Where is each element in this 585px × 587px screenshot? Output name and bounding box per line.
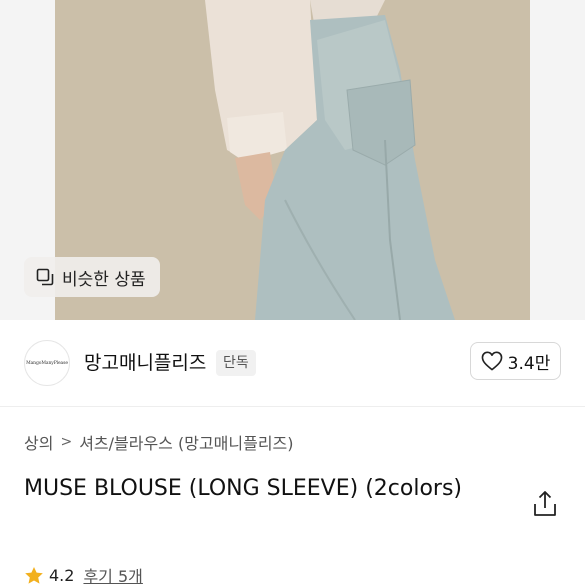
star-icon	[25, 566, 43, 584]
exclusive-badge: 단독	[216, 350, 256, 376]
similar-products-button[interactable]: 비슷한 상품	[24, 257, 160, 297]
similar-products-icon	[36, 268, 54, 286]
rating-score: 4.2	[49, 565, 75, 585]
section-divider	[0, 406, 585, 407]
seller-name[interactable]: 망고매니플리즈	[84, 348, 206, 375]
breadcrumb: 상의 > 셔츠/블라우스 (망고매니플리즈)	[24, 430, 294, 454]
breadcrumb-item-shirts[interactable]: 셔츠/블라우스 (망고매니플리즈)	[79, 430, 293, 454]
like-button[interactable]: 3.4만	[470, 342, 561, 380]
seller-avatar-logo-text: MangoManyPlease	[26, 360, 68, 366]
reviews-link[interactable]: 후기 5개	[83, 563, 142, 587]
breadcrumb-item-top[interactable]: 상의	[24, 430, 53, 454]
like-count: 3.4만	[507, 353, 551, 374]
similar-products-label: 비슷한 상품	[62, 269, 146, 290]
share-icon[interactable]	[532, 490, 558, 518]
chevron-right-icon: >	[60, 434, 73, 450]
heart-icon	[481, 351, 503, 371]
rating-row: 4.2 후기 5개	[24, 563, 143, 587]
product-title: MUSE BLOUSE (LONG SLEEVE) (2colors)	[24, 476, 463, 501]
seller-avatar[interactable]: MangoManyPlease	[24, 340, 70, 386]
product-image-area: 비슷한 상품	[0, 0, 585, 320]
